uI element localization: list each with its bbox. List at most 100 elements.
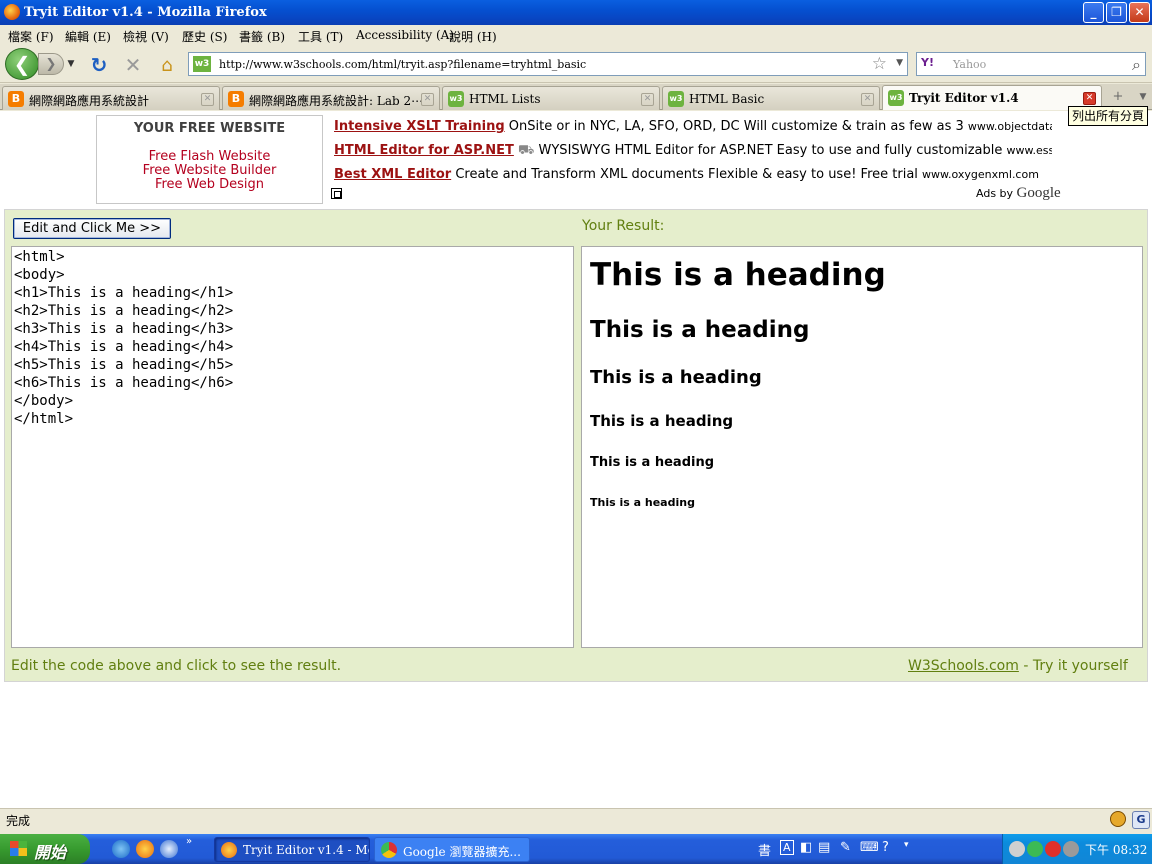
ad-xslt: Intensive XSLT Training OnSite or in NYC… — [334, 119, 1052, 134]
ad-text: Create and Transform XML documents Flexi… — [455, 167, 918, 182]
menu-help[interactable]: 說明 (H) — [449, 28, 497, 45]
list-tabs-icon[interactable]: ▼ — [1136, 87, 1150, 107]
ime-indicator[interactable]: 書 — [758, 840, 771, 859]
reload-icon[interactable]: ↻ — [88, 53, 110, 77]
result-h6: This is a heading — [590, 496, 695, 509]
promo-box: YOUR FREE WEBSITE Free Flash Website Fre… — [96, 115, 323, 204]
home-icon[interactable]: ⌂ — [156, 54, 178, 76]
ad-title-link[interactable]: Best XML Editor — [334, 167, 451, 182]
tab-close-icon[interactable]: ✕ — [641, 93, 654, 106]
ad-title-link[interactable]: Intensive XSLT Training — [334, 119, 505, 134]
taskbar-item-firefox[interactable]: Tryit Editor v1.4 - Mo... — [214, 837, 370, 862]
status-bar: 完成 G — [0, 808, 1152, 830]
new-tab-icon[interactable]: + — [1108, 87, 1128, 107]
edit-hint: Edit the code above and click to see the… — [11, 658, 342, 674]
addon-status-icon[interactable] — [1110, 811, 1126, 827]
w3schools-icon: w3 — [448, 91, 464, 107]
help-icon[interactable]: ? — [882, 840, 889, 855]
pen-icon[interactable]: ✎ — [840, 840, 851, 855]
stop-icon[interactable]: ✕ — [122, 53, 144, 77]
tryit-panel: Edit and Click Me >> Your Result: <html>… — [4, 209, 1148, 682]
w3schools-link[interactable]: W3Schools.com — [908, 658, 1019, 674]
browser-quicklaunch-icon[interactable] — [160, 840, 178, 858]
w3schools-footer: W3Schools.com - Try it yourself — [908, 658, 1128, 674]
ads-by-prefix: Ads by — [976, 187, 1014, 200]
history-dropdown-icon[interactable]: ▼ — [66, 57, 76, 71]
w3schools-icon: w3 — [888, 90, 904, 106]
softkeyboard-icon[interactable]: ▤ — [818, 840, 830, 855]
maximize-button[interactable]: ❐ — [1106, 2, 1127, 23]
tab-close-icon[interactable]: ✕ — [421, 93, 434, 106]
result-h1: This is a heading — [590, 257, 886, 293]
menu-view[interactable]: 檢視 (V) — [123, 28, 169, 45]
result-label: Your Result: — [582, 218, 665, 234]
start-label: 開始 — [34, 843, 67, 862]
navigation-toolbar: ❮ ❯ ▼ ↻ ✕ ⌂ w3 http://www.w3schools.com/… — [0, 45, 1152, 83]
tab-blogger-2[interactable]: B 網際網路應用系統設計: Lab 2⋯ ✕ — [222, 86, 440, 110]
tab-label: 網際網路應用系統設計 — [29, 94, 150, 108]
edit-and-click-button[interactable]: Edit and Click Me >> — [13, 218, 171, 239]
menu-edit[interactable]: 編輯 (E) — [65, 28, 111, 45]
layout-icon[interactable]: ◧ — [800, 840, 812, 855]
input-mode-indicator[interactable]: A — [780, 840, 794, 855]
menu-bookmarks[interactable]: 書籤 (B) — [239, 28, 285, 45]
close-button[interactable]: ✕ — [1129, 2, 1150, 23]
start-button[interactable]: 開始 — [0, 834, 90, 864]
options-icon[interactable]: ▾ — [904, 840, 909, 850]
antivirus-icon[interactable] — [1045, 841, 1061, 857]
firefox-icon — [221, 842, 237, 858]
forward-arrow-icon: ❯ — [45, 56, 57, 72]
bookmark-star-icon[interactable]: ☆ — [872, 54, 887, 74]
tab-html-lists[interactable]: w3 HTML Lists ✕ — [442, 86, 660, 110]
keyboard-icon[interactable]: ⌨ — [860, 840, 879, 855]
forward-button[interactable]: ❯ — [38, 53, 64, 75]
firefox-quicklaunch-icon[interactable] — [136, 840, 154, 858]
cart-icon: ⛟ — [518, 143, 535, 158]
quicklaunch-more-icon[interactable]: » — [186, 836, 196, 854]
security-icon[interactable] — [1027, 841, 1043, 857]
tab-label: Tryit Editor v1.4 — [909, 91, 1019, 105]
tab-html-basic[interactable]: w3 HTML Basic ✕ — [662, 86, 880, 110]
url-dropdown-icon[interactable]: ▼ — [896, 58, 903, 68]
network-icon[interactable] — [1009, 841, 1025, 857]
result-h4: This is a heading — [590, 412, 734, 430]
blogger-icon: B — [228, 91, 244, 107]
expand-icon[interactable] — [331, 188, 342, 199]
power-icon[interactable] — [1063, 841, 1079, 857]
task-label: Google 瀏覽器擴充... — [403, 845, 521, 859]
ad-url[interactable]: www.essentialo — [1007, 144, 1052, 157]
menu-history[interactable]: 歷史 (S) — [182, 28, 227, 45]
menu-tools[interactable]: 工具 (T) — [298, 28, 343, 45]
tooltip: 列出所有分頁 — [1068, 106, 1148, 126]
ie-icon[interactable] — [112, 840, 130, 858]
code-textarea[interactable]: <html> <body> <h1>This is a heading</h1>… — [11, 246, 574, 648]
menu-bar: 檔案 (F) 編輯 (E) 檢視 (V) 歷史 (S) 書籤 (B) 工具 (T… — [0, 25, 1152, 45]
promo-link-flash[interactable]: Free Flash Website — [97, 150, 322, 164]
chrome-icon — [381, 842, 397, 858]
tab-close-icon[interactable]: ✕ — [201, 93, 214, 106]
ad-title-link[interactable]: HTML Editor for ASP.NET — [334, 143, 514, 158]
search-placeholder: Yahoo — [953, 58, 987, 71]
menu-file[interactable]: 檔案 (F) — [8, 28, 54, 45]
tab-close-icon[interactable]: ✕ — [861, 93, 874, 106]
address-bar[interactable]: w3 http://www.w3schools.com/html/tryit.a… — [188, 52, 908, 76]
system-tray: 下午 08:32 — [1002, 834, 1152, 864]
tab-close-icon[interactable]: ✕ — [1083, 92, 1096, 105]
back-button[interactable]: ❮ — [5, 48, 39, 80]
w3schools-icon: w3 — [668, 91, 684, 107]
minimize-button[interactable]: _ — [1083, 2, 1104, 23]
translate-icon[interactable]: G — [1132, 811, 1150, 829]
ad-url[interactable]: www.objectdatalabs.co — [968, 120, 1052, 133]
search-icon[interactable]: ⌕ — [1132, 55, 1141, 75]
ads-by-google[interactable]: Ads by Google — [976, 185, 1061, 202]
ad-url[interactable]: www.oxygenxml.com — [922, 168, 1039, 181]
tab-label: HTML Basic — [689, 92, 765, 106]
menu-accessibility[interactable]: Accessibility (A) — [356, 28, 454, 42]
taskbar-item-chrome[interactable]: Google 瀏覽器擴充... — [374, 837, 530, 862]
promo-link-design[interactable]: Free Web Design — [97, 178, 322, 192]
ad-text: OnSite or in NYC, LA, SFO, ORD, DC Will … — [508, 119, 964, 134]
search-input[interactable]: Y! Yahoo ⌕ — [916, 52, 1146, 76]
tab-blogger-1[interactable]: B 網際網路應用系統設計 ✕ — [2, 86, 220, 110]
promo-link-builder[interactable]: Free Website Builder — [97, 164, 322, 178]
yahoo-logo-icon[interactable]: Y! — [921, 56, 947, 72]
